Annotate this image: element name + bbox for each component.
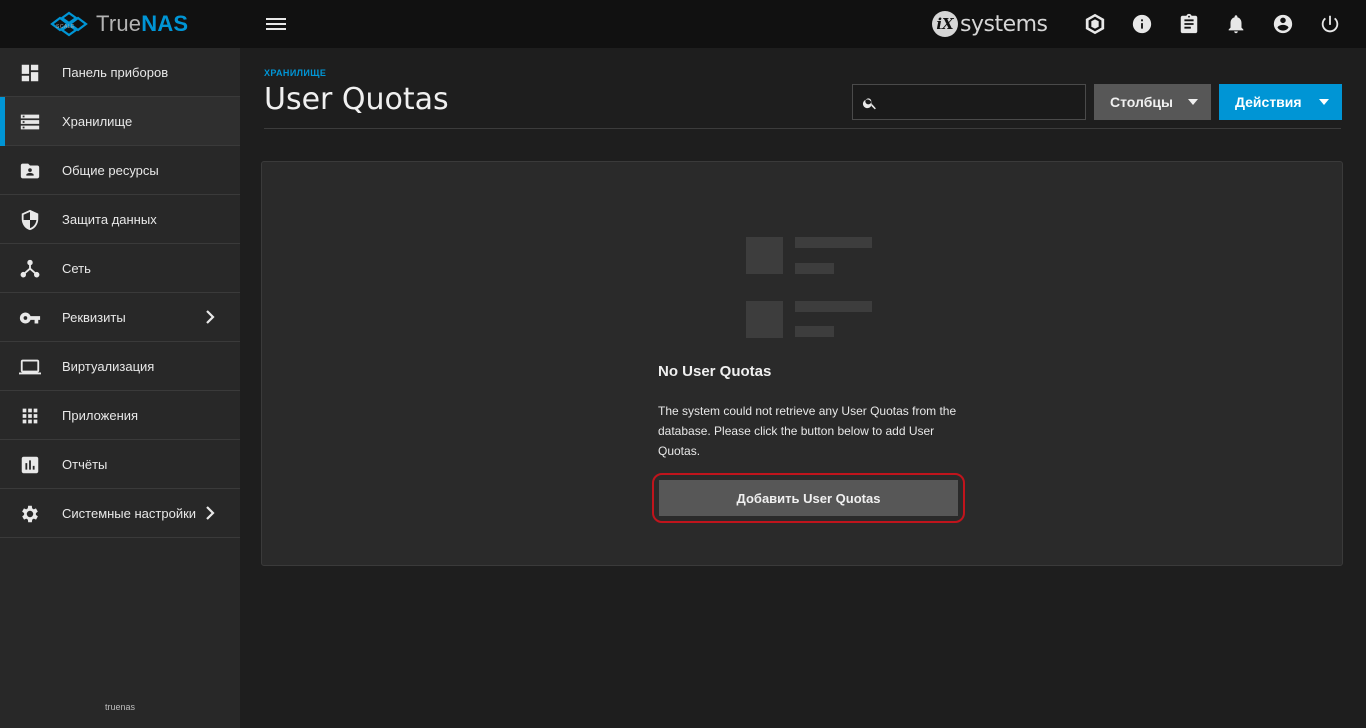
hostname-label: truenas (104, 702, 136, 712)
title-divider (264, 128, 1341, 129)
caret-down-icon (1319, 99, 1329, 105)
network-icon (19, 258, 41, 280)
sidebar-item-label: Отчёты (62, 456, 108, 472)
columns-button-label: Столбцы (1110, 94, 1173, 110)
chevron-right-icon (202, 505, 218, 521)
apps-grid-icon (19, 405, 41, 427)
caret-down-icon (1188, 99, 1198, 105)
ixsystems-logo[interactable]: iX systems (932, 10, 1048, 38)
actions-button[interactable]: Действия (1219, 84, 1342, 120)
empty-state-title: No User Quotas (658, 363, 772, 380)
ix-badge: iX (932, 11, 958, 37)
gear-icon (19, 503, 41, 525)
sidebar-item-label: Защита данных (62, 211, 157, 227)
reports-icon (19, 454, 41, 476)
dashboard-icon (19, 62, 41, 84)
brand-name: TrueNAS (96, 11, 189, 36)
laptop-icon (19, 356, 41, 378)
sidebar-item-reports[interactable]: Отчёты (0, 440, 240, 489)
power-icon[interactable] (1318, 12, 1342, 36)
sidebar-item-label: Виртуализация (62, 358, 155, 374)
brand-edition: SCALE (56, 24, 75, 30)
search-field[interactable] (852, 84, 1086, 120)
sidebar: Панель приборов Хранилище Общие ресурсы … (0, 48, 240, 728)
sidebar-item-label: Общие ресурсы (62, 162, 159, 178)
add-button-highlight: Добавить User Quotas (652, 473, 965, 523)
brand-logo[interactable]: TrueNAS SCALE (0, 0, 240, 48)
clipboard-icon[interactable] (1177, 12, 1201, 36)
empty-state-message: The system could not retrieve any User Q… (658, 404, 957, 458)
sidebar-item-shares[interactable]: Общие ресурсы (0, 146, 240, 195)
bell-icon[interactable] (1224, 12, 1248, 36)
sidebar-item-network[interactable]: Сеть (0, 244, 240, 293)
top-bar: TrueNAS SCALE iX systems (0, 0, 1366, 48)
sidebar-item-label: Сеть (62, 260, 91, 276)
chevron-right-icon (202, 309, 218, 325)
add-user-quotas-button[interactable]: Добавить User Quotas (659, 480, 958, 516)
sidebar-item-apps[interactable]: Приложения (0, 391, 240, 440)
account-icon[interactable] (1271, 12, 1295, 36)
search-icon (862, 98, 876, 110)
sidebar-item-label: Панель приборов (62, 64, 169, 80)
sidebar-item-label: Системные настройки (62, 505, 197, 521)
search-input[interactable] (883, 89, 1079, 115)
info-icon[interactable] (1130, 12, 1154, 36)
empty-list-icon (746, 237, 872, 338)
menu-icon[interactable] (266, 15, 286, 33)
sidebar-item-storage[interactable]: Хранилище (0, 97, 240, 146)
sidebar-item-label: Хранилище (62, 113, 133, 129)
sidebar-item-credentials[interactable]: Реквизиты (0, 293, 240, 342)
breadcrumb[interactable]: ХРАНИЛИЩЕ (264, 68, 326, 78)
key-icon (19, 307, 41, 329)
ix-wordmark: systems (960, 11, 1048, 37)
main-content: ХРАНИЛИЩЕ User Quotas Столбцы Действия N… (240, 48, 1366, 728)
sidebar-item-data-protection[interactable]: Защита данных (0, 195, 240, 244)
sidebar-item-system-settings[interactable]: Системные настройки (0, 489, 240, 538)
shield-icon (19, 209, 41, 231)
shares-icon (19, 160, 41, 182)
empty-state-card: No User Quotas The system could not retr… (261, 161, 1343, 566)
sidebar-item-label: Приложения (62, 407, 139, 423)
page-title: User Quotas (264, 82, 449, 117)
columns-button[interactable]: Столбцы (1094, 84, 1211, 120)
sidebar-item-label: Реквизиты (62, 309, 126, 325)
sidebar-item-virtualization[interactable]: Виртуализация (0, 342, 240, 391)
sidebar-item-dashboard[interactable]: Панель приборов (0, 48, 240, 97)
actions-button-label: Действия (1235, 94, 1302, 110)
truecommand-icon[interactable] (1083, 12, 1107, 36)
storage-icon (19, 111, 41, 133)
